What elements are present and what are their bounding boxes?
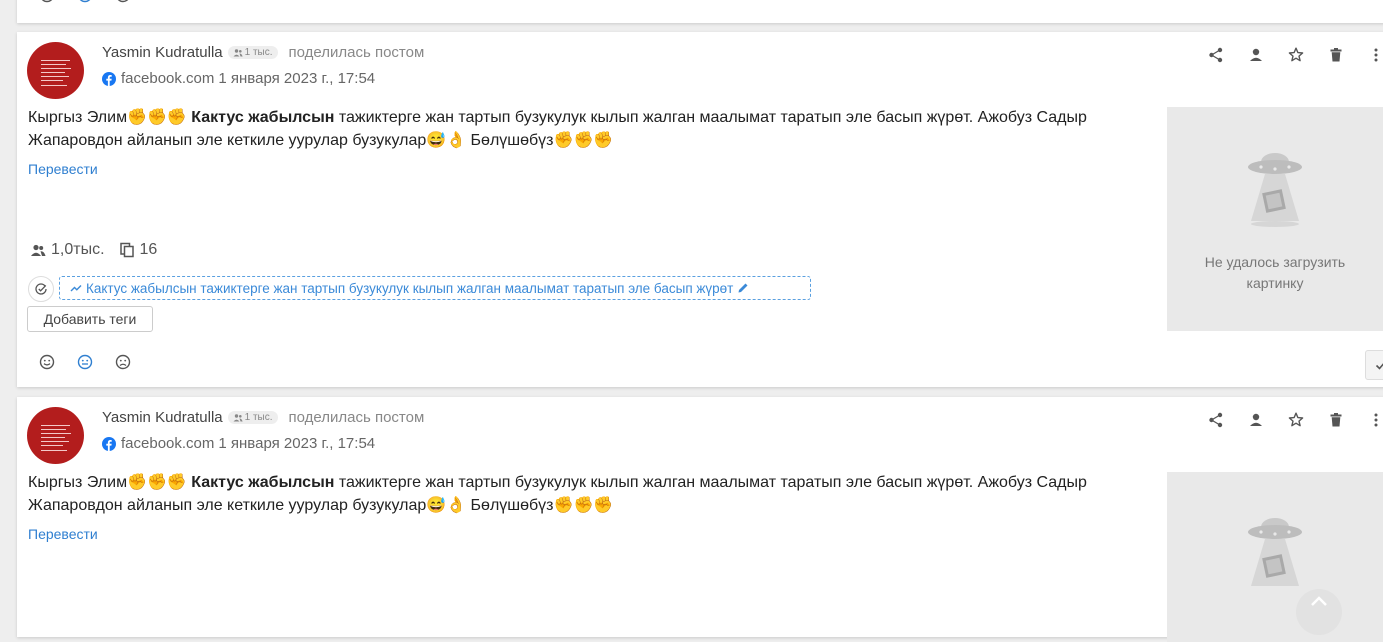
people-icon [233,48,243,56]
source-line: facebook.com 1 января 2023 г., 17:54 [102,70,375,87]
more-vert-icon[interactable] [1367,46,1383,64]
post-text-bold: Кактус жабылсын [191,474,335,491]
followers-count: 1 тыс. [244,47,273,58]
post-text: Кыргыз Элим✊✊✊ Кактус жабылсын тажиктерг… [28,106,1148,152]
pencil-icon[interactable] [737,282,749,294]
avatar[interactable] [27,42,84,99]
action-text: поделилась постом [288,409,425,426]
previous-post-card [17,0,1383,23]
star-icon[interactable] [1287,46,1305,64]
post-actions [1207,411,1383,429]
image-placeholder: Не удалось загрузить картинку [1167,107,1383,331]
more-vert-icon[interactable] [1367,411,1383,429]
post-card: Yasmin Kudratulla 1 тыс. поделилась пост… [17,397,1383,642]
copy-icon [119,242,134,258]
facebook-icon [102,71,116,86]
reaction-row [39,354,131,370]
source-line: facebook.com 1 января 2023 г., 17:54 [102,435,375,452]
people-icon [233,413,243,421]
neutral-face-icon[interactable] [77,354,93,370]
image-error-line: Не удалось загрузить [1204,254,1346,270]
post-stats: 1,0тыс. 16 [30,241,157,259]
translate-link[interactable]: Перевести [28,526,98,542]
mark-button[interactable] [28,276,54,302]
smile-icon[interactable] [39,0,55,3]
emoji-group: 😅👌 [426,132,467,149]
source-link[interactable]: facebook.com [121,435,214,452]
fist-emoji: ✊✊✊ [553,497,614,514]
post-text-part: Бөлүшөбүз [466,497,554,514]
author-line: Yasmin Kudratulla 1 тыс. поделилась пост… [102,409,424,426]
add-tags-button[interactable]: Добавить теги [27,306,153,332]
image-error-line: картинку [1246,275,1304,291]
highlight-text: Кактус жабылсын тажиктерге жан тартып бу… [86,280,734,296]
post-text-part: Кыргыз Элим [28,109,128,126]
post-card: Yasmin Kudratulla 1 тыс. поделилась пост… [17,32,1383,387]
ufo-icon [1248,518,1302,586]
star-icon[interactable] [1287,411,1305,429]
followers-count: 1 тыс. [244,412,273,423]
person-icon[interactable] [1247,411,1265,429]
reach-count: 1,0тыс. [51,241,105,258]
image-error-text: Не удалось загрузить картинку [1167,252,1383,294]
share-icon[interactable] [1207,46,1225,64]
highlight-tag[interactable]: Кактус жабылсын тажиктерге жан тартып бу… [59,276,811,300]
chevron-up-icon [1311,596,1327,606]
trash-icon[interactable] [1327,46,1345,64]
followers-badge: 1 тыс. [227,411,278,424]
fist-emoji: ✊✊✊ [553,132,614,149]
post-actions [1207,46,1383,64]
emoji-group: 😅👌 [426,497,467,514]
trash-icon[interactable] [1327,411,1345,429]
source-link[interactable]: facebook.com [121,70,214,87]
post-date: 1 января 2023 г., 17:54 [218,70,376,87]
sad-icon[interactable] [115,0,131,3]
people-icon [31,244,46,256]
reaction-row [39,0,131,3]
neutral-face-icon[interactable] [77,0,93,3]
action-text: поделилась постом [288,44,425,61]
check-circle-icon [35,283,47,295]
followers-badge: 1 тыс. [227,46,278,59]
smile-icon[interactable] [39,354,55,370]
author-line: Yasmin Kudratulla 1 тыс. поделилась пост… [102,44,424,61]
translate-link[interactable]: Перевести [28,161,98,177]
author-name[interactable]: Yasmin Kudratulla [102,409,223,426]
avatar[interactable] [27,407,84,464]
post-text-part: Бөлүшөбүз [466,132,554,149]
author-name[interactable]: Yasmin Kudratulla [102,44,223,61]
trend-icon [70,285,82,292]
check-icon [1375,363,1383,370]
image-placeholder [1167,472,1383,642]
approve-button[interactable] [1365,350,1383,380]
post-date: 1 января 2023 г., 17:54 [218,435,376,452]
ufo-icon [1248,153,1302,227]
scroll-top-button[interactable] [1296,589,1342,635]
fist-emoji: ✊✊✊ [127,109,187,126]
post-text: Кыргыз Элим✊✊✊ Кактус жабылсын тажиктерг… [28,471,1148,517]
sad-icon[interactable] [115,354,131,370]
share-icon[interactable] [1207,411,1225,429]
post-text-part: Кыргыз Элим [28,474,128,491]
fist-emoji: ✊✊✊ [127,474,187,491]
post-text-bold: Кактус жабылсын [191,109,335,126]
copies-count: 16 [139,241,158,258]
person-icon[interactable] [1247,46,1265,64]
facebook-icon [102,436,116,451]
